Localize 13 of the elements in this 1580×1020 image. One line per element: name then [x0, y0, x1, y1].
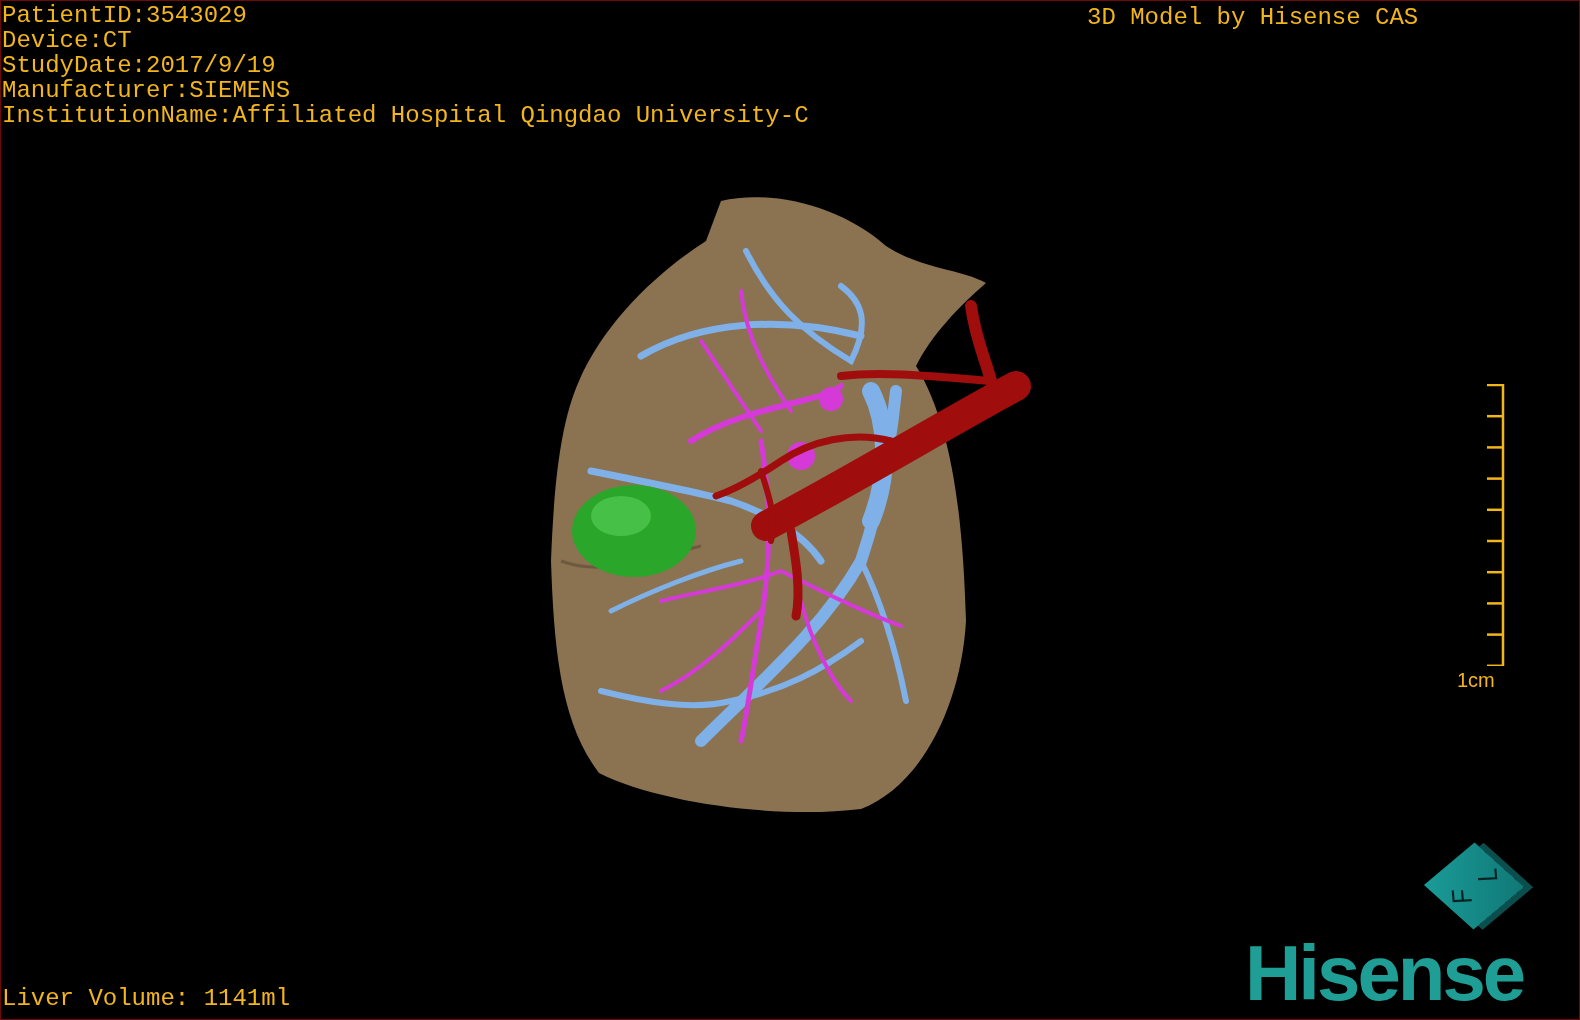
liver-volume-text: Liver Volume: 1141ml	[2, 986, 291, 1011]
info-text: StudyDate:2017/9/19	[2, 53, 277, 78]
scale-label: 1cm	[1457, 669, 1495, 691]
info-text: Device:CT	[2, 28, 133, 53]
cube-face-label: F	[1446, 888, 1478, 905]
app-title: 3D Model by Hisense CAS	[1087, 5, 1419, 30]
brand-logo: Hisense	[1245, 931, 1524, 1015]
info-text: Manufacturer:SIEMENS	[2, 78, 292, 103]
info-text: InstitutionName:Affiliated Hospital Qingdao University-C	[2, 103, 809, 128]
scale-bar-icon	[1487, 384, 1505, 666]
info-text: PatientID:3543029	[2, 3, 248, 28]
cube-face-label: L	[1471, 867, 1503, 883]
render-viewport[interactable]: PatientID:3543029 Device:CT StudyDate:2017/9/19 Manufacturer:SIEMENS InstitutionName:Affiliated Hospital Qingdao University-C 3D Model by Hisense CAS 1cm Liver Volume: 1141ml F L Hisense	[0, 0, 1580, 1020]
